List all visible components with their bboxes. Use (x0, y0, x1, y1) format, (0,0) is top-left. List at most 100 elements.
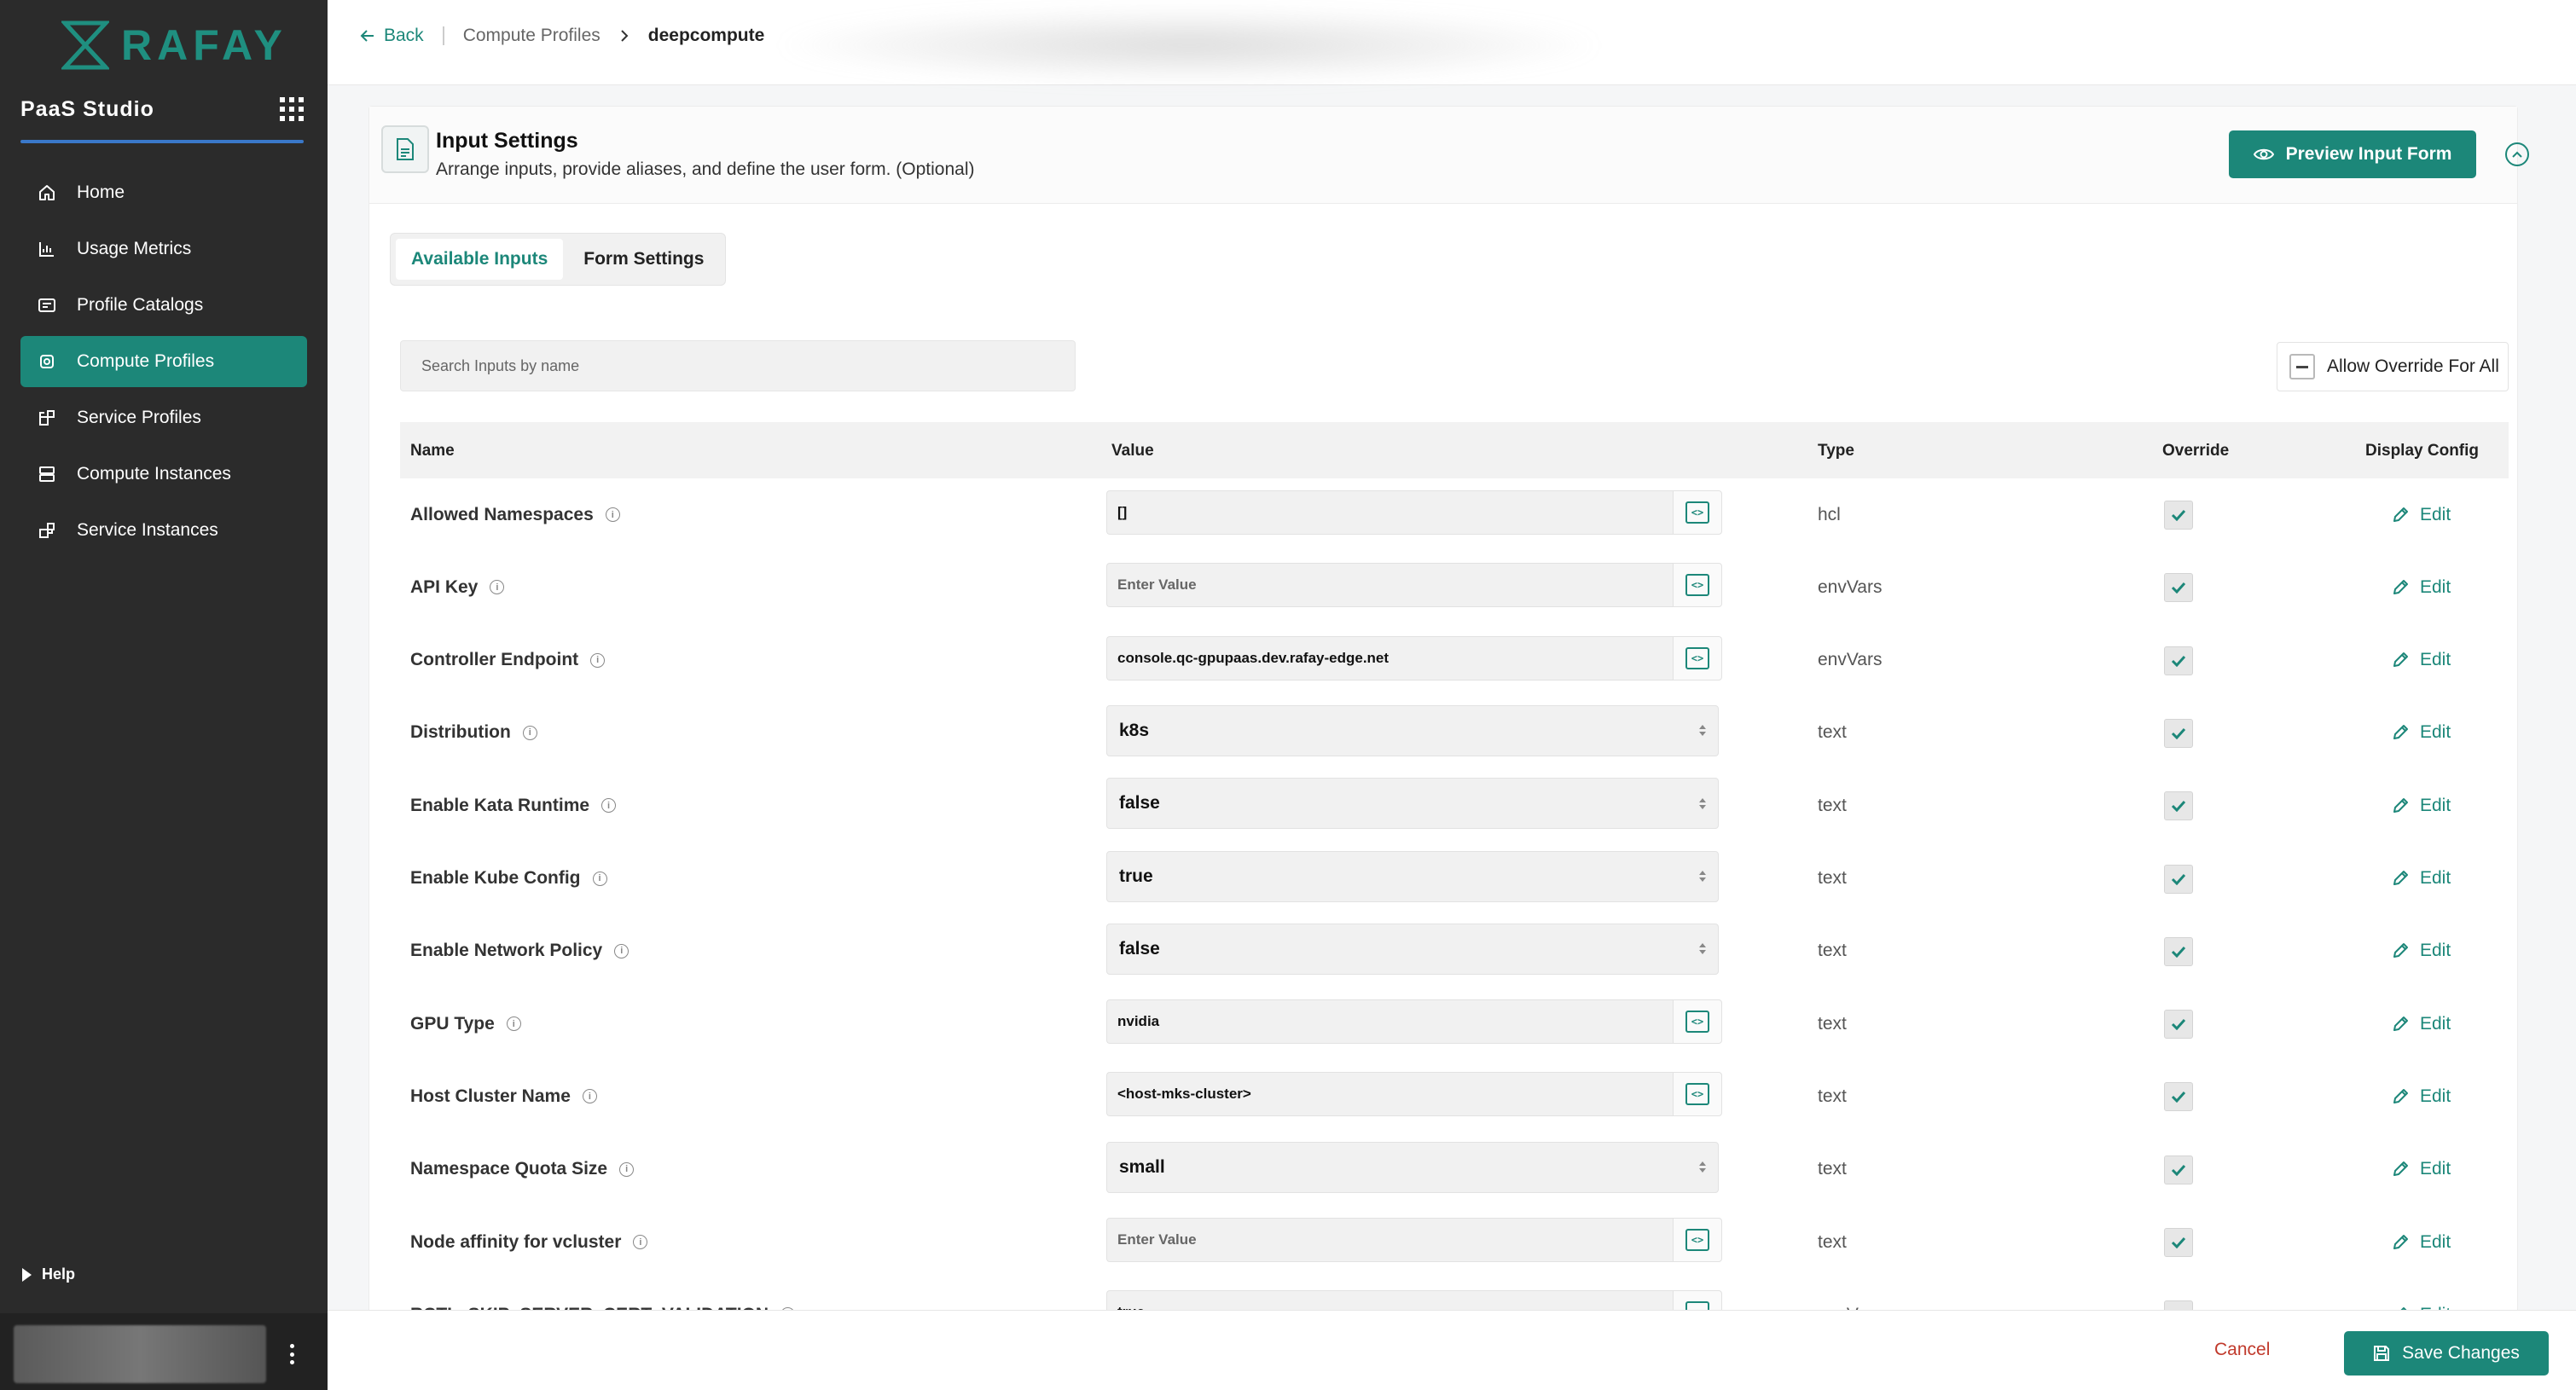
sidebar-item-profile-catalogs[interactable]: Profile Catalogs (20, 280, 307, 331)
cancel-button[interactable]: Cancel (2214, 1340, 2270, 1360)
collapse-icon[interactable] (2505, 142, 2529, 166)
edit-display-config-button[interactable]: Edit (2391, 1133, 2451, 1206)
sidebar-item-service-instances[interactable]: Service Instances (20, 505, 307, 556)
override-checkbox[interactable] (2164, 791, 2193, 821)
info-icon[interactable]: i (490, 580, 505, 595)
value-input[interactable] (1106, 635, 1673, 681)
value-input[interactable] (1106, 1218, 1673, 1262)
override-checkbox[interactable] (2164, 1082, 2193, 1112)
override-checkbox[interactable] (2164, 718, 2193, 748)
value-select[interactable]: k8s (1106, 704, 1719, 756)
info-icon[interactable]: i (614, 943, 629, 959)
code-editor-button[interactable]: <> (1673, 1218, 1722, 1262)
redacted-area (771, 7, 1607, 84)
code-icon: <> (1685, 574, 1709, 597)
override-checkbox[interactable] (2164, 501, 2193, 530)
pencil-icon (2393, 579, 2408, 594)
input-type: hcl (1818, 504, 1841, 524)
edit-display-config-button[interactable]: Edit (2391, 1206, 2451, 1278)
sidebar-item-service-profiles[interactable]: Service Profiles (20, 392, 307, 443)
override-checkbox[interactable] (2164, 1155, 2193, 1184)
sidebar-item-usage-metrics[interactable]: Usage Metrics (20, 223, 307, 275)
info-icon[interactable]: i (633, 1235, 648, 1249)
input-type: envVars (1818, 650, 1883, 670)
value-select[interactable]: false (1106, 778, 1719, 830)
allow-override-all-toggle[interactable]: Allow Override For All (2277, 342, 2509, 391)
tab-form-settings[interactable]: Form Settings (568, 239, 719, 280)
override-checkbox[interactable] (2164, 573, 2193, 603)
input-type: text (1818, 1086, 1847, 1106)
info-icon[interactable]: i (506, 1016, 521, 1032)
override-checkbox[interactable] (2164, 1010, 2193, 1040)
info-icon[interactable]: i (592, 871, 607, 886)
input-name: GPU Type (410, 1013, 495, 1034)
edit-label: Edit (2420, 868, 2451, 888)
header-override: Override (2162, 442, 2230, 460)
sidebar-item-label: Service Profiles (77, 408, 201, 427)
more-options-icon[interactable] (283, 1339, 300, 1370)
search-input[interactable] (400, 340, 1076, 391)
info-icon[interactable]: i (605, 507, 620, 522)
value-select[interactable]: small (1106, 1141, 1719, 1193)
input-name: Enable Kata Runtime (410, 795, 590, 815)
breadcrumb-compute-profiles[interactable]: Compute Profiles (463, 26, 600, 46)
rafay-logo[interactable]: RAFAY (61, 19, 287, 72)
edit-display-config-button[interactable]: Edit (2391, 843, 2451, 915)
input-type: text (1818, 1159, 1847, 1179)
edit-display-config-button[interactable]: Edit (2391, 624, 2451, 697)
edit-display-config-button[interactable]: Edit (2391, 478, 2451, 551)
studio-header: PaaS Studio (20, 92, 304, 126)
info-icon[interactable]: i (522, 725, 537, 740)
value-input[interactable] (1106, 999, 1673, 1045)
sidebar-nav: Home Usage Metrics Profile Catalogs Comp… (20, 167, 307, 561)
edit-display-config-button[interactable]: Edit (2391, 915, 2451, 987)
code-editor-button[interactable]: <> (1673, 563, 1722, 608)
value-select[interactable]: false (1106, 923, 1719, 975)
tab-available-inputs[interactable]: Available Inputs (396, 239, 564, 280)
code-editor-button[interactable]: <> (1673, 999, 1722, 1045)
sidebar-item-home[interactable]: Home (20, 167, 307, 218)
allow-override-all-label: Allow Override For All (2327, 356, 2499, 376)
preview-input-form-button[interactable]: Preview Input Form (2229, 130, 2476, 178)
sidebar-item-label: Compute Instances (77, 464, 231, 484)
value-input[interactable] (1106, 490, 1673, 535)
edit-display-config-button[interactable]: Edit (2391, 697, 2451, 769)
table-row: Controller Endpoint i <> envVars Edit (400, 624, 2509, 697)
code-editor-button[interactable]: <> (1673, 490, 1722, 535)
edit-display-config-button[interactable]: Edit (2391, 769, 2451, 842)
code-editor-button[interactable]: <> (1673, 1072, 1722, 1117)
info-icon[interactable]: i (582, 1089, 597, 1104)
chevron-right-icon (621, 30, 629, 42)
select-arrows-icon (1699, 725, 1706, 737)
info-icon[interactable]: i (601, 798, 617, 814)
override-checkbox[interactable] (2164, 1228, 2193, 1257)
value-input[interactable] (1106, 563, 1673, 608)
input-type: envVars (1818, 1278, 1882, 1314)
edit-display-config-button[interactable]: Edit (2391, 551, 2451, 623)
input-name-cell: Controller Endpoint i (410, 624, 606, 697)
select-value: k8s (1119, 720, 1150, 740)
override-checkbox[interactable] (2164, 936, 2193, 966)
value-select[interactable]: true (1106, 850, 1719, 902)
avatar[interactable] (14, 1325, 266, 1383)
indeterminate-checkbox[interactable] (2289, 354, 2315, 379)
sidebar-item-compute-profiles[interactable]: Compute Profiles (20, 336, 307, 387)
sidebar-item-compute-instances[interactable]: Compute Instances (20, 449, 307, 500)
override-checkbox[interactable] (2164, 864, 2193, 894)
edit-label: Edit (2420, 795, 2451, 815)
select-value: small (1119, 1156, 1165, 1177)
edit-display-config-button[interactable]: Edit (2391, 1278, 2451, 1314)
input-name: Enable Kube Config (410, 868, 581, 888)
edit-display-config-button[interactable]: Edit (2391, 1060, 2451, 1132)
value-input[interactable] (1106, 1072, 1673, 1117)
apps-grid-icon[interactable] (280, 97, 304, 121)
edit-display-config-button[interactable]: Edit (2391, 987, 2451, 1060)
back-button[interactable]: Back (360, 26, 424, 46)
info-icon[interactable]: i (619, 1161, 635, 1177)
help-toggle[interactable]: Help (22, 1265, 75, 1283)
override-checkbox[interactable] (2164, 646, 2193, 675)
input-settings-panel: Input Settings Arrange inputs, provide a… (368, 106, 2529, 1390)
info-icon[interactable]: i (590, 652, 606, 668)
code-editor-button[interactable]: <> (1673, 635, 1722, 681)
save-changes-button[interactable]: Save Changes (2344, 1331, 2549, 1376)
